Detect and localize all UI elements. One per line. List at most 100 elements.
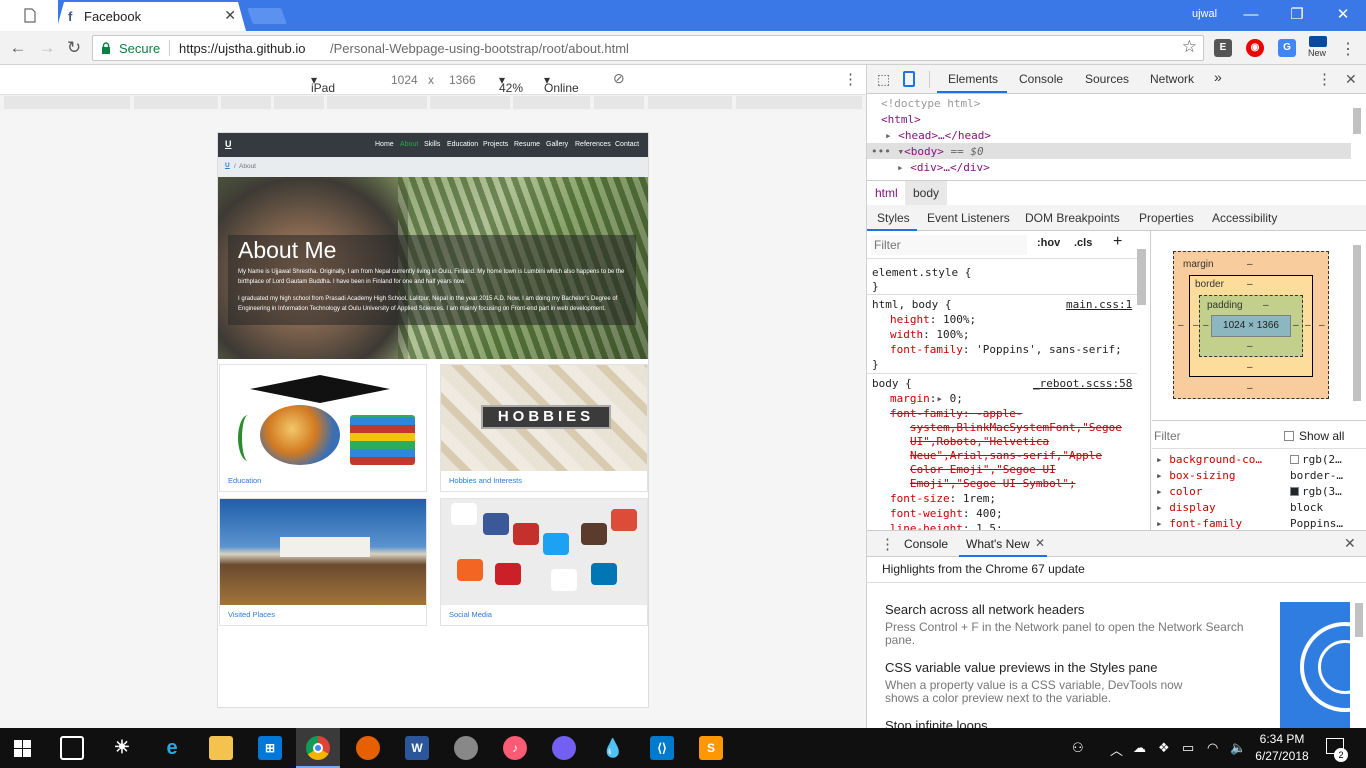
card-hobbies[interactable]: HOBBIES Hobbies and Interests [440, 364, 648, 492]
sublime-icon[interactable]: S [699, 736, 723, 760]
word-icon[interactable]: W [405, 736, 429, 760]
rule2-source-link[interactable]: _reboot.scss:58 [1033, 377, 1132, 390]
computed-filter-input[interactable] [1154, 427, 1254, 445]
nav-education[interactable]: Education [447, 141, 478, 148]
nav-home[interactable]: Home [375, 141, 394, 148]
start-button[interactable] [14, 740, 31, 757]
media-segment[interactable] [594, 96, 644, 109]
prop-value[interactable]: 400; [976, 507, 1003, 520]
tab-sources[interactable]: Sources [1085, 72, 1129, 86]
device-menu-icon[interactable]: ⋮ [843, 70, 858, 88]
border-bottom-value[interactable]: – [1247, 362, 1253, 373]
tab-network[interactable]: Network [1150, 72, 1194, 86]
nav-contact[interactable]: Contact [615, 141, 639, 148]
class-toggle[interactable]: .cls [1074, 237, 1092, 249]
dom-body-row[interactable]: ••• ▾<body> == $0 [871, 145, 984, 158]
dom-html[interactable]: <html> [881, 113, 921, 126]
card-education[interactable]: Education [219, 364, 427, 492]
media-segment[interactable] [221, 96, 271, 109]
subtab-dom-breakpoints[interactable]: DOM Breakpoints [1025, 211, 1120, 225]
media-segment[interactable] [274, 96, 324, 109]
breadcrumb-home[interactable]: U [225, 162, 230, 169]
card-label-education[interactable]: Education [228, 476, 261, 485]
margin-right-value[interactable]: – [1319, 320, 1325, 331]
drawer-tab-whats-new[interactable]: What's New [966, 537, 1030, 551]
subtab-event-listeners[interactable]: Event Listeners [927, 211, 1010, 225]
dom-head-row[interactable]: ▸ <head>…</head> [885, 129, 991, 142]
prop-value[interactable]: 100%; [943, 313, 976, 326]
forward-button[interactable]: → [36, 37, 58, 59]
dropbox-icon[interactable]: ❖ [1158, 740, 1170, 756]
site-brand[interactable]: U [225, 139, 232, 149]
tab-console[interactable]: Console [1019, 72, 1063, 86]
hover-state-toggle[interactable]: :hov [1037, 237, 1060, 249]
padding-bottom-value[interactable]: – [1247, 341, 1253, 352]
subtab-accessibility[interactable]: Accessibility [1212, 211, 1277, 225]
media-segment[interactable] [327, 96, 427, 109]
prop-value[interactable]: 1rem; [963, 492, 996, 505]
nav-about[interactable]: About [400, 141, 418, 148]
devtools-menu-icon[interactable]: ⋮ [1317, 70, 1332, 88]
nav-references[interactable]: References [575, 141, 611, 148]
whats-new-thumbnail[interactable] [1280, 602, 1350, 728]
element-style-rule[interactable]: element.style { [872, 266, 971, 279]
new-rule-button[interactable]: + [1113, 233, 1122, 251]
viber-icon[interactable] [552, 736, 576, 760]
card-label-visited-places[interactable]: Visited Places [228, 610, 275, 619]
padding-right-value[interactable]: – [1293, 320, 1299, 331]
box-model-scrollbar[interactable] [1353, 245, 1361, 401]
dom-div-row[interactable]: ▸ <div>…</div> [897, 161, 990, 174]
styles-scrollbar[interactable] [1137, 249, 1146, 305]
border-right-value[interactable]: – [1305, 320, 1311, 331]
close-whats-new-icon[interactable]: ✕ [1035, 536, 1045, 550]
card-label-social-media[interactable]: Social Media [449, 610, 492, 619]
menu-dots-icon[interactable]: ⋮ [1340, 39, 1356, 59]
card-label-hobbies[interactable]: Hobbies and Interests [449, 476, 522, 485]
computed-prop-name[interactable]: box-sizing [1169, 469, 1235, 482]
whats-new-title-1[interactable]: Search across all network headers [885, 602, 1084, 617]
itunes-icon[interactable]: ♪ [503, 736, 527, 760]
task-view-icon[interactable] [60, 736, 84, 760]
whats-new-title-3[interactable]: Stop infinite loops [885, 718, 988, 728]
drawer-menu-icon[interactable]: ⋮ [880, 535, 895, 553]
path-body[interactable]: body [905, 181, 948, 205]
bookmark-star-icon[interactable]: ☆ [1182, 37, 1197, 57]
border-top-value[interactable]: – [1247, 279, 1253, 290]
blank-tab[interactable] [0, 0, 58, 31]
show-hidden-icons[interactable]: ︿ [1110, 740, 1123, 759]
taskbar-active-chrome[interactable] [296, 728, 340, 768]
width-input[interactable]: 1024 [391, 73, 418, 87]
device-toggle-icon[interactable] [903, 71, 915, 87]
nav-skills[interactable]: Skills [424, 141, 440, 148]
clock[interactable]: 6:34 PM 6/27/2018 [1254, 731, 1310, 765]
wifi-icon[interactable]: ◠ [1207, 740, 1218, 756]
file-explorer-icon[interactable] [209, 736, 233, 760]
close-tab-icon[interactable]: ✕ [224, 7, 236, 24]
media-segment[interactable] [736, 96, 862, 109]
nav-resume[interactable]: Resume [514, 141, 540, 148]
close-window-button[interactable]: ✕ [1320, 0, 1366, 31]
new-tab-button[interactable] [247, 8, 287, 24]
minimize-button[interactable]: — [1228, 0, 1274, 31]
inspect-element-icon[interactable]: ⬚ [877, 71, 890, 88]
subtab-properties[interactable]: Properties [1139, 211, 1194, 225]
card-social-media[interactable]: Social Media [440, 498, 648, 626]
media-segment[interactable] [513, 96, 590, 109]
margin-left-value[interactable]: – [1178, 320, 1184, 331]
margin-top-value[interactable]: – [1247, 259, 1253, 270]
show-all-checkbox[interactable] [1284, 431, 1294, 441]
rule2-selector[interactable]: body { [872, 377, 912, 390]
volume-icon[interactable]: 🔈 [1230, 740, 1246, 756]
path-html[interactable]: html [875, 186, 898, 200]
address-bar[interactable]: Secure https://ujstha.github.io /Persona… [92, 35, 1204, 61]
media-segment[interactable] [4, 96, 130, 109]
subtab-styles[interactable]: Styles [877, 211, 910, 225]
droplet-icon[interactable]: 💧 [601, 736, 625, 760]
color-swatch[interactable] [1290, 455, 1299, 464]
drawer-close-icon[interactable]: ✕ [1344, 535, 1356, 552]
computed-prop-name[interactable]: display [1169, 501, 1215, 514]
adblock-icon[interactable]: ◉ [1246, 39, 1264, 57]
devtools-close-icon[interactable]: ✕ [1345, 71, 1357, 88]
rotate-icon[interactable]: ⊘ [613, 70, 625, 87]
back-button[interactable]: ← [7, 37, 29, 59]
